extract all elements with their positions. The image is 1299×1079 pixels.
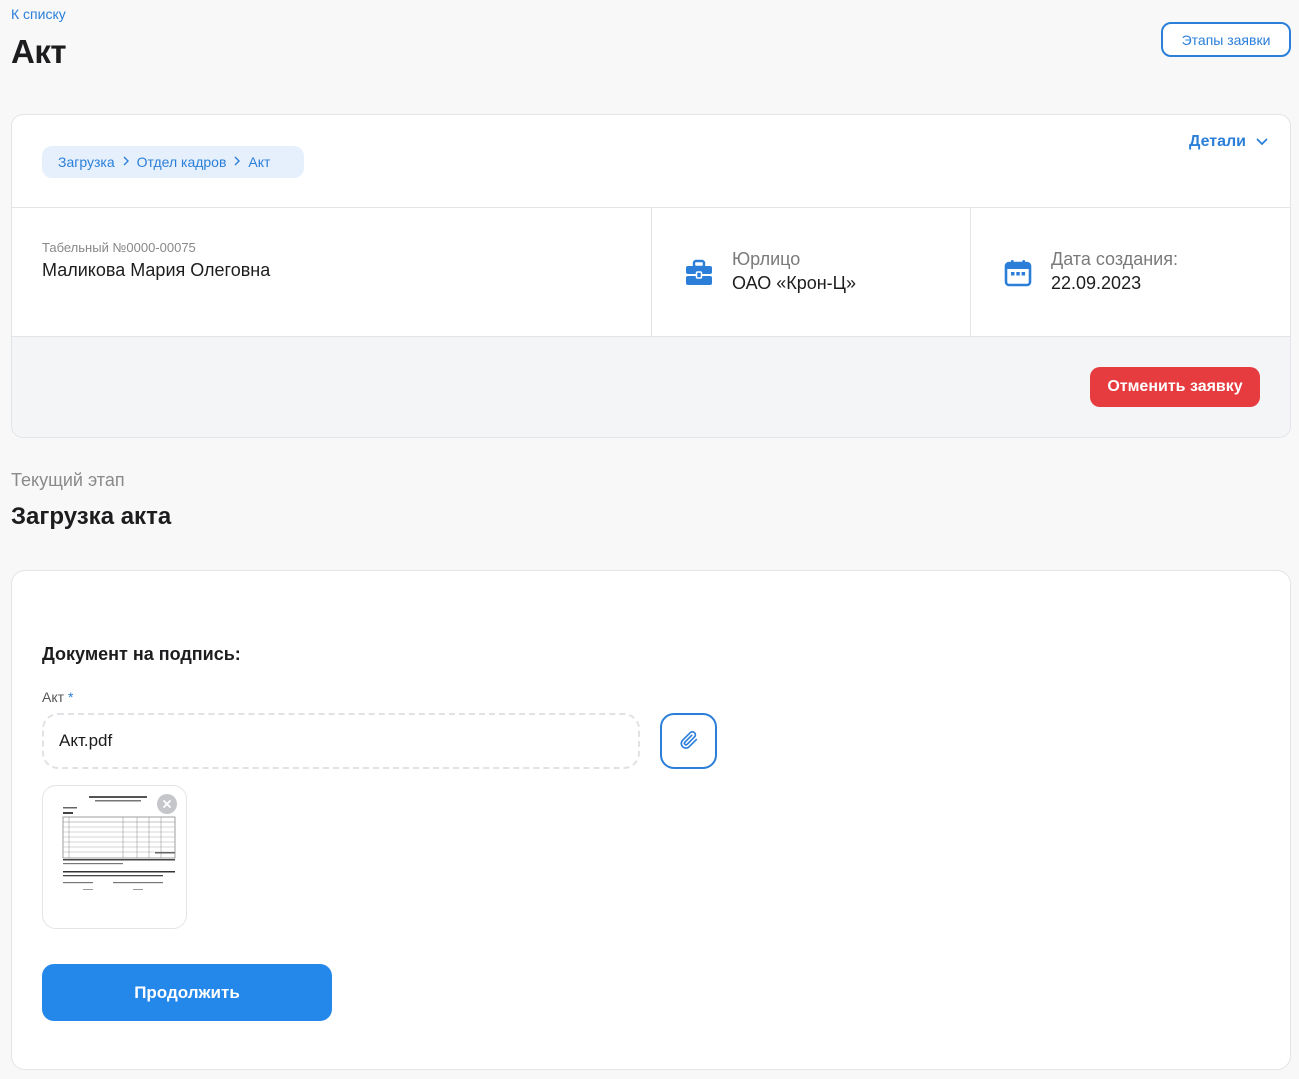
document-thumbnail[interactable] [42, 785, 187, 929]
breadcrumb-item-act: Акт [248, 154, 271, 170]
employee-tab-number: Табельный №0000-00075 [42, 240, 196, 255]
breadcrumb-item-upload[interactable]: Загрузка [58, 154, 115, 170]
employee-cell: Табельный №0000-00075 Маликова Мария Оле… [12, 208, 652, 336]
document-heading: Документ на подпись: [42, 644, 241, 664]
current-stage-caption: Текущий этап [11, 470, 125, 490]
legal-entity-cell: Юрлицо ОАО «Крон-Ц» [652, 208, 971, 336]
required-mark: * [68, 689, 74, 705]
legal-entity-value: ОАО «Крон-Ц» [732, 273, 856, 293]
created-date-label: Дата создания: [1051, 249, 1178, 269]
info-card-footer: Отменить заявку [12, 337, 1290, 437]
remove-file-button[interactable] [157, 794, 177, 814]
request-stages-button[interactable]: Этапы заявки [1161, 22, 1291, 57]
act-field-label-text: Акт [42, 689, 65, 705]
continue-button[interactable]: Продолжить [42, 964, 332, 1021]
employee-name: Маликова Мария Олеговна [42, 260, 271, 280]
attach-file-button[interactable] [660, 713, 717, 769]
created-date-cell: Дата создания: 22.09.2023 [971, 208, 1290, 336]
created-date-value: 22.09.2023 [1051, 273, 1142, 293]
act-file-field[interactable]: Акт.pdf [42, 713, 640, 769]
details-toggle-label: Детали [1188, 133, 1246, 150]
chevron-right-icon [122, 155, 130, 169]
paperclip-icon [678, 729, 700, 754]
file-name: Акт.pdf [59, 731, 113, 750]
breadcrumb: Загрузка Отдел кадров Акт [42, 146, 304, 178]
upload-card: Документ на подпись: Акт * Акт.pdf Продо… [11, 570, 1291, 1070]
request-info-card: Загрузка Отдел кадров Акт Детали Табельн… [11, 114, 1291, 438]
chevron-down-icon [1256, 133, 1268, 151]
back-to-list-link[interactable]: К списку [11, 6, 66, 22]
current-stage-title: Загрузка акта [11, 503, 172, 530]
details-toggle[interactable]: Детали [1189, 133, 1268, 151]
calendar-icon [1003, 258, 1033, 288]
briefcase-icon [684, 258, 714, 288]
chevron-right-icon [233, 155, 241, 169]
act-field-label: Акт * [42, 689, 74, 705]
legal-entity-label: Юрлицо [732, 249, 801, 269]
cancel-request-button[interactable]: Отменить заявку [1090, 367, 1260, 407]
close-icon [163, 800, 171, 808]
breadcrumb-item-hr[interactable]: Отдел кадров [137, 154, 227, 170]
request-info-row: Табельный №0000-00075 Маликова Мария Оле… [12, 207, 1290, 337]
page-title: Акт [11, 33, 67, 70]
